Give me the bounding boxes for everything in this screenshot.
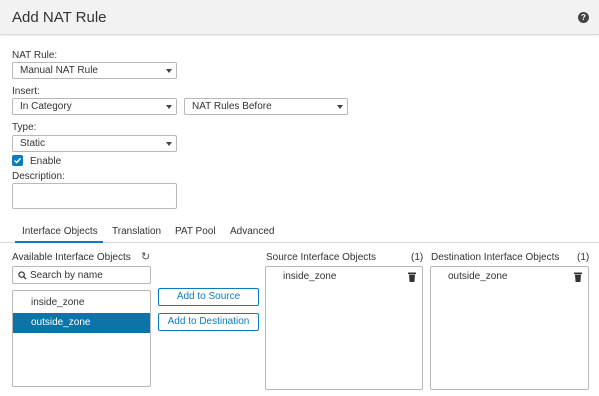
list-item: inside_zone — [283, 271, 337, 282]
insert-category-select[interactable]: In Category — [12, 98, 177, 115]
insert-category-value: In Category — [20, 101, 72, 112]
insert-position-value: NAT Rules Before — [192, 101, 272, 112]
destination-objects-list: outside_zone — [430, 266, 589, 390]
source-count: (1) — [411, 252, 424, 263]
chevron-down-icon — [337, 105, 343, 109]
nat-rule-label: NAT Rule: — [12, 50, 58, 61]
available-objects-title: Available Interface Objects — [12, 252, 131, 263]
type-value: Static — [20, 138, 46, 149]
source-objects-title: Source Interface Objects — [266, 252, 377, 263]
nat-rule-select[interactable]: Manual NAT Rule — [12, 62, 177, 79]
tab-pat-pool[interactable]: PAT Pool — [175, 226, 216, 237]
description-field[interactable] — [12, 183, 177, 209]
tab-translation[interactable]: Translation — [112, 226, 161, 237]
source-objects-list: inside_zone — [265, 266, 423, 390]
list-item[interactable]: outside_zone — [13, 313, 150, 333]
insert-position-select[interactable]: NAT Rules Before — [184, 98, 348, 115]
insert-label: Insert: — [12, 86, 40, 97]
search-input[interactable] — [30, 268, 148, 282]
enable-checkbox[interactable] — [12, 155, 23, 166]
search-box[interactable] — [12, 266, 151, 284]
destination-count: (1) — [577, 252, 590, 263]
enable-label: Enable — [30, 156, 62, 167]
refresh-icon[interactable]: ↻ — [141, 252, 150, 263]
chevron-down-icon — [166, 105, 172, 109]
chevron-down-icon — [166, 142, 172, 146]
trash-icon[interactable] — [574, 272, 582, 282]
destination-objects-title: Destination Interface Objects — [431, 252, 560, 263]
tab-advanced[interactable]: Advanced — [230, 226, 274, 237]
nat-rule-value: Manual NAT Rule — [20, 65, 98, 76]
tab-bar: Interface Objects Translation PAT Pool A… — [0, 222, 599, 243]
type-label: Type: — [12, 122, 37, 133]
available-objects-list: inside_zone outside_zone — [12, 290, 151, 387]
tab-interface-objects[interactable]: Interface Objects — [22, 226, 98, 237]
check-icon — [13, 157, 22, 164]
dialog-title: Add NAT Rule — [12, 9, 107, 26]
search-icon — [18, 271, 27, 280]
add-to-destination-button[interactable]: Add to Destination — [158, 313, 259, 331]
list-item[interactable]: inside_zone — [13, 293, 150, 313]
trash-icon[interactable] — [408, 272, 416, 282]
add-to-source-button[interactable]: Add to Source — [158, 288, 259, 306]
list-item: outside_zone — [448, 271, 508, 282]
active-tab-indicator — [15, 241, 103, 243]
type-select[interactable]: Static — [12, 135, 177, 152]
description-label: Description: — [12, 171, 65, 182]
dialog-header: Add NAT Rule ? — [0, 0, 599, 35]
chevron-down-icon — [166, 69, 172, 73]
help-icon[interactable]: ? — [578, 12, 589, 23]
